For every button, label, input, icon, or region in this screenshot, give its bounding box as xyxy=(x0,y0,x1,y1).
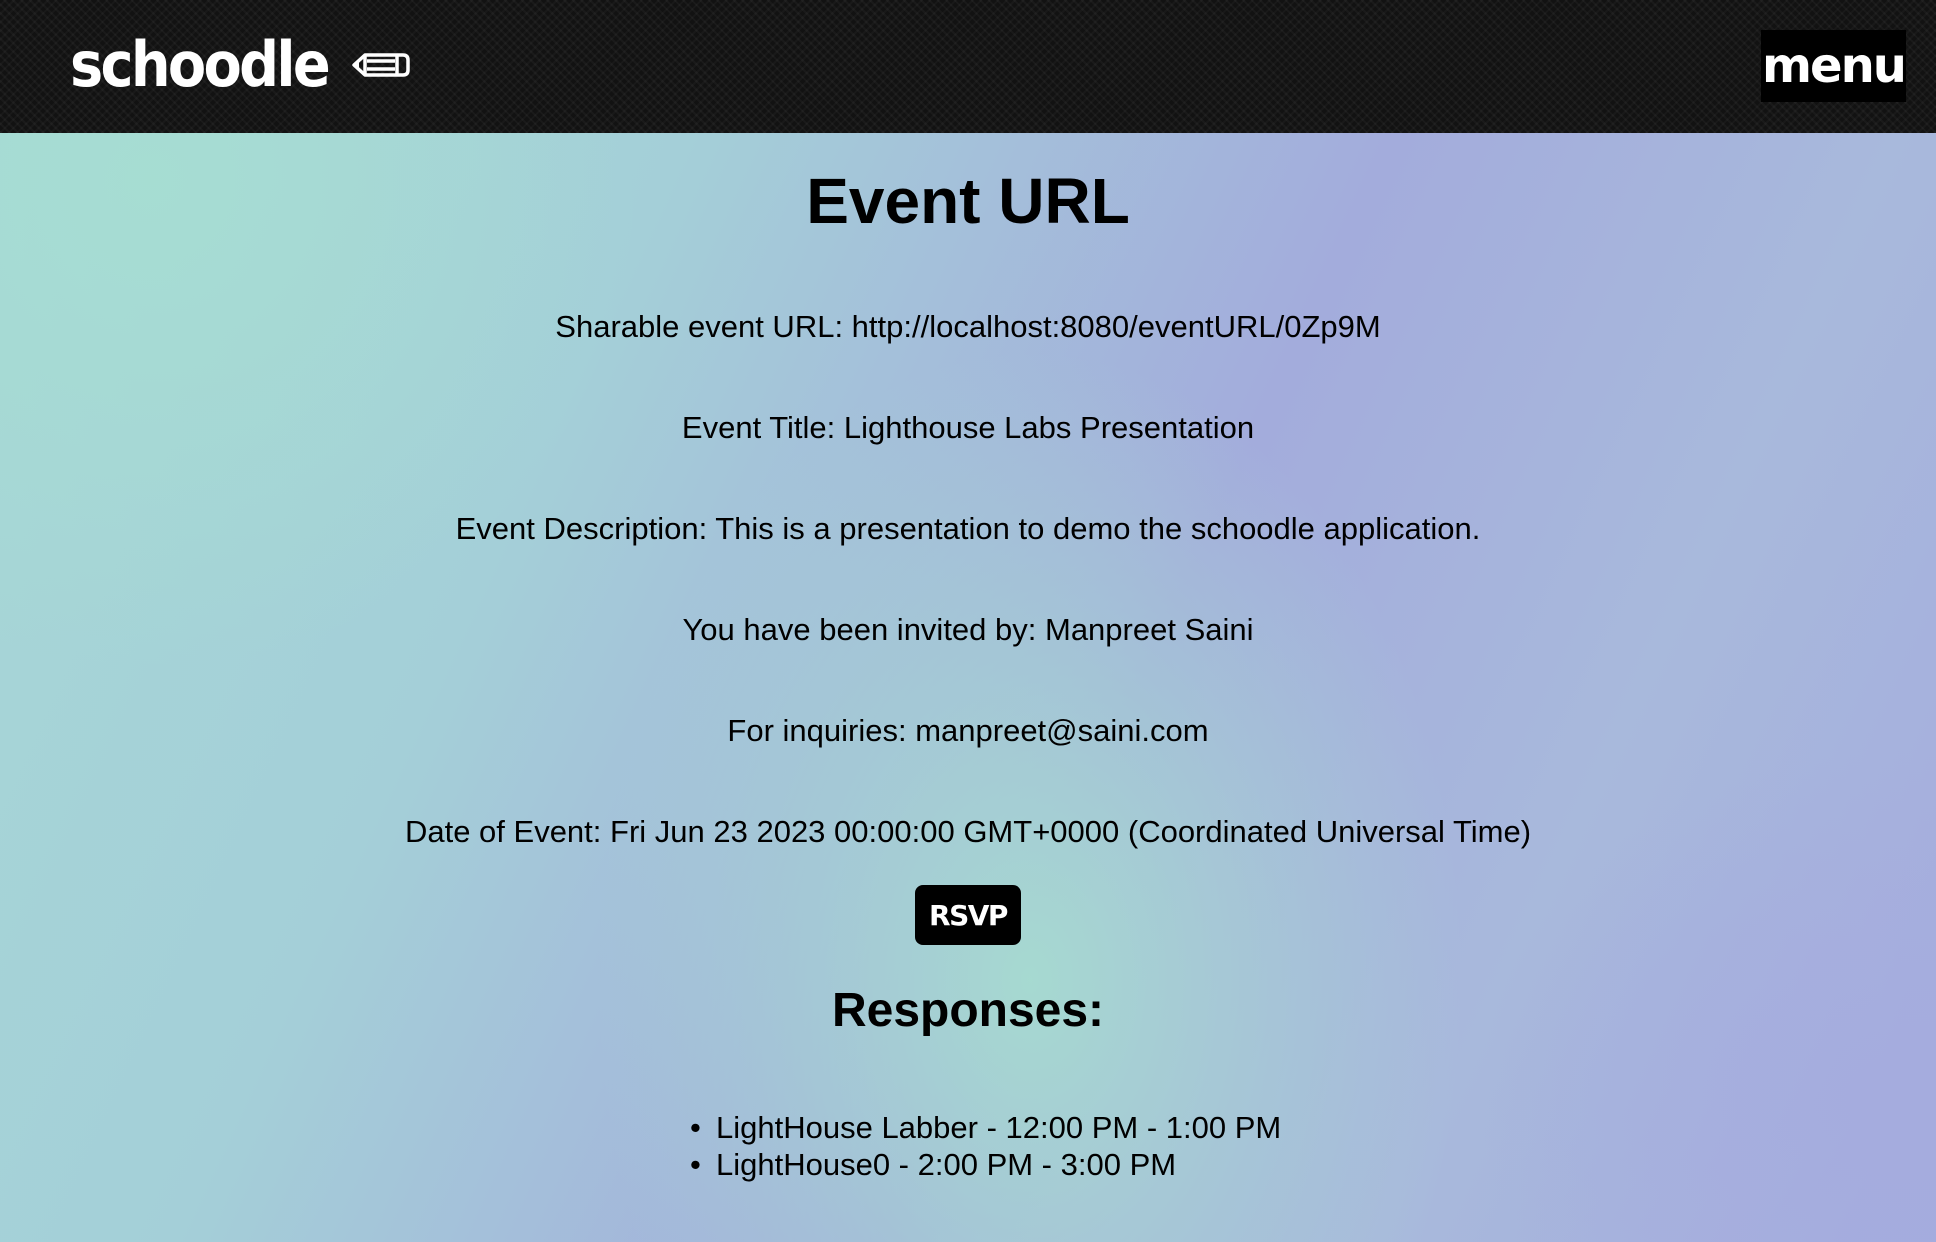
responses-title: Responses: xyxy=(831,984,1105,1037)
rsvp-button[interactable]: RSVP xyxy=(915,885,1021,945)
list-item: • LightHouse0 - 2:00 PM - 3:00 PM xyxy=(690,1146,1281,1183)
responses-list: • LightHouse Labber - 12:00 PM - 1:00 PM… xyxy=(690,1109,1282,1183)
bullet-icon: • xyxy=(690,1110,701,1145)
menu-button[interactable]: menu xyxy=(1761,30,1907,102)
invited-by-line: You have been invited by: Manpreet Saini xyxy=(682,612,1254,647)
brand-logo-link[interactable]: schoodle xyxy=(70,30,411,100)
bullet-icon: • xyxy=(690,1147,701,1182)
event-date-line: Date of Event: Fri Jun 23 2023 00:00:00 … xyxy=(404,814,1532,849)
brand-name: schoodle xyxy=(70,28,331,101)
event-description-line: Event Description: This is a presentatio… xyxy=(455,511,1481,546)
list-item: • LightHouse Labber - 12:00 PM - 1:00 PM xyxy=(690,1109,1282,1146)
event-title-line: Event Title: Lighthouse Labs Presentatio… xyxy=(681,410,1255,445)
page-title: Event URL xyxy=(806,165,1130,237)
response-text: LightHouse0 - 2:00 PM - 3:00 PM xyxy=(716,1147,1177,1182)
inquiries-line: For inquiries: manpreet@saini.com xyxy=(727,713,1209,748)
event-page: Event URL xyxy=(0,133,1936,240)
response-text: LightHouse Labber - 12:00 PM - 1:00 PM xyxy=(716,1110,1282,1145)
share-url-line: Sharable event URL: http://localhost:808… xyxy=(555,309,1381,344)
navbar: schoodle menu xyxy=(0,0,1936,133)
pencil-icon xyxy=(351,53,410,77)
